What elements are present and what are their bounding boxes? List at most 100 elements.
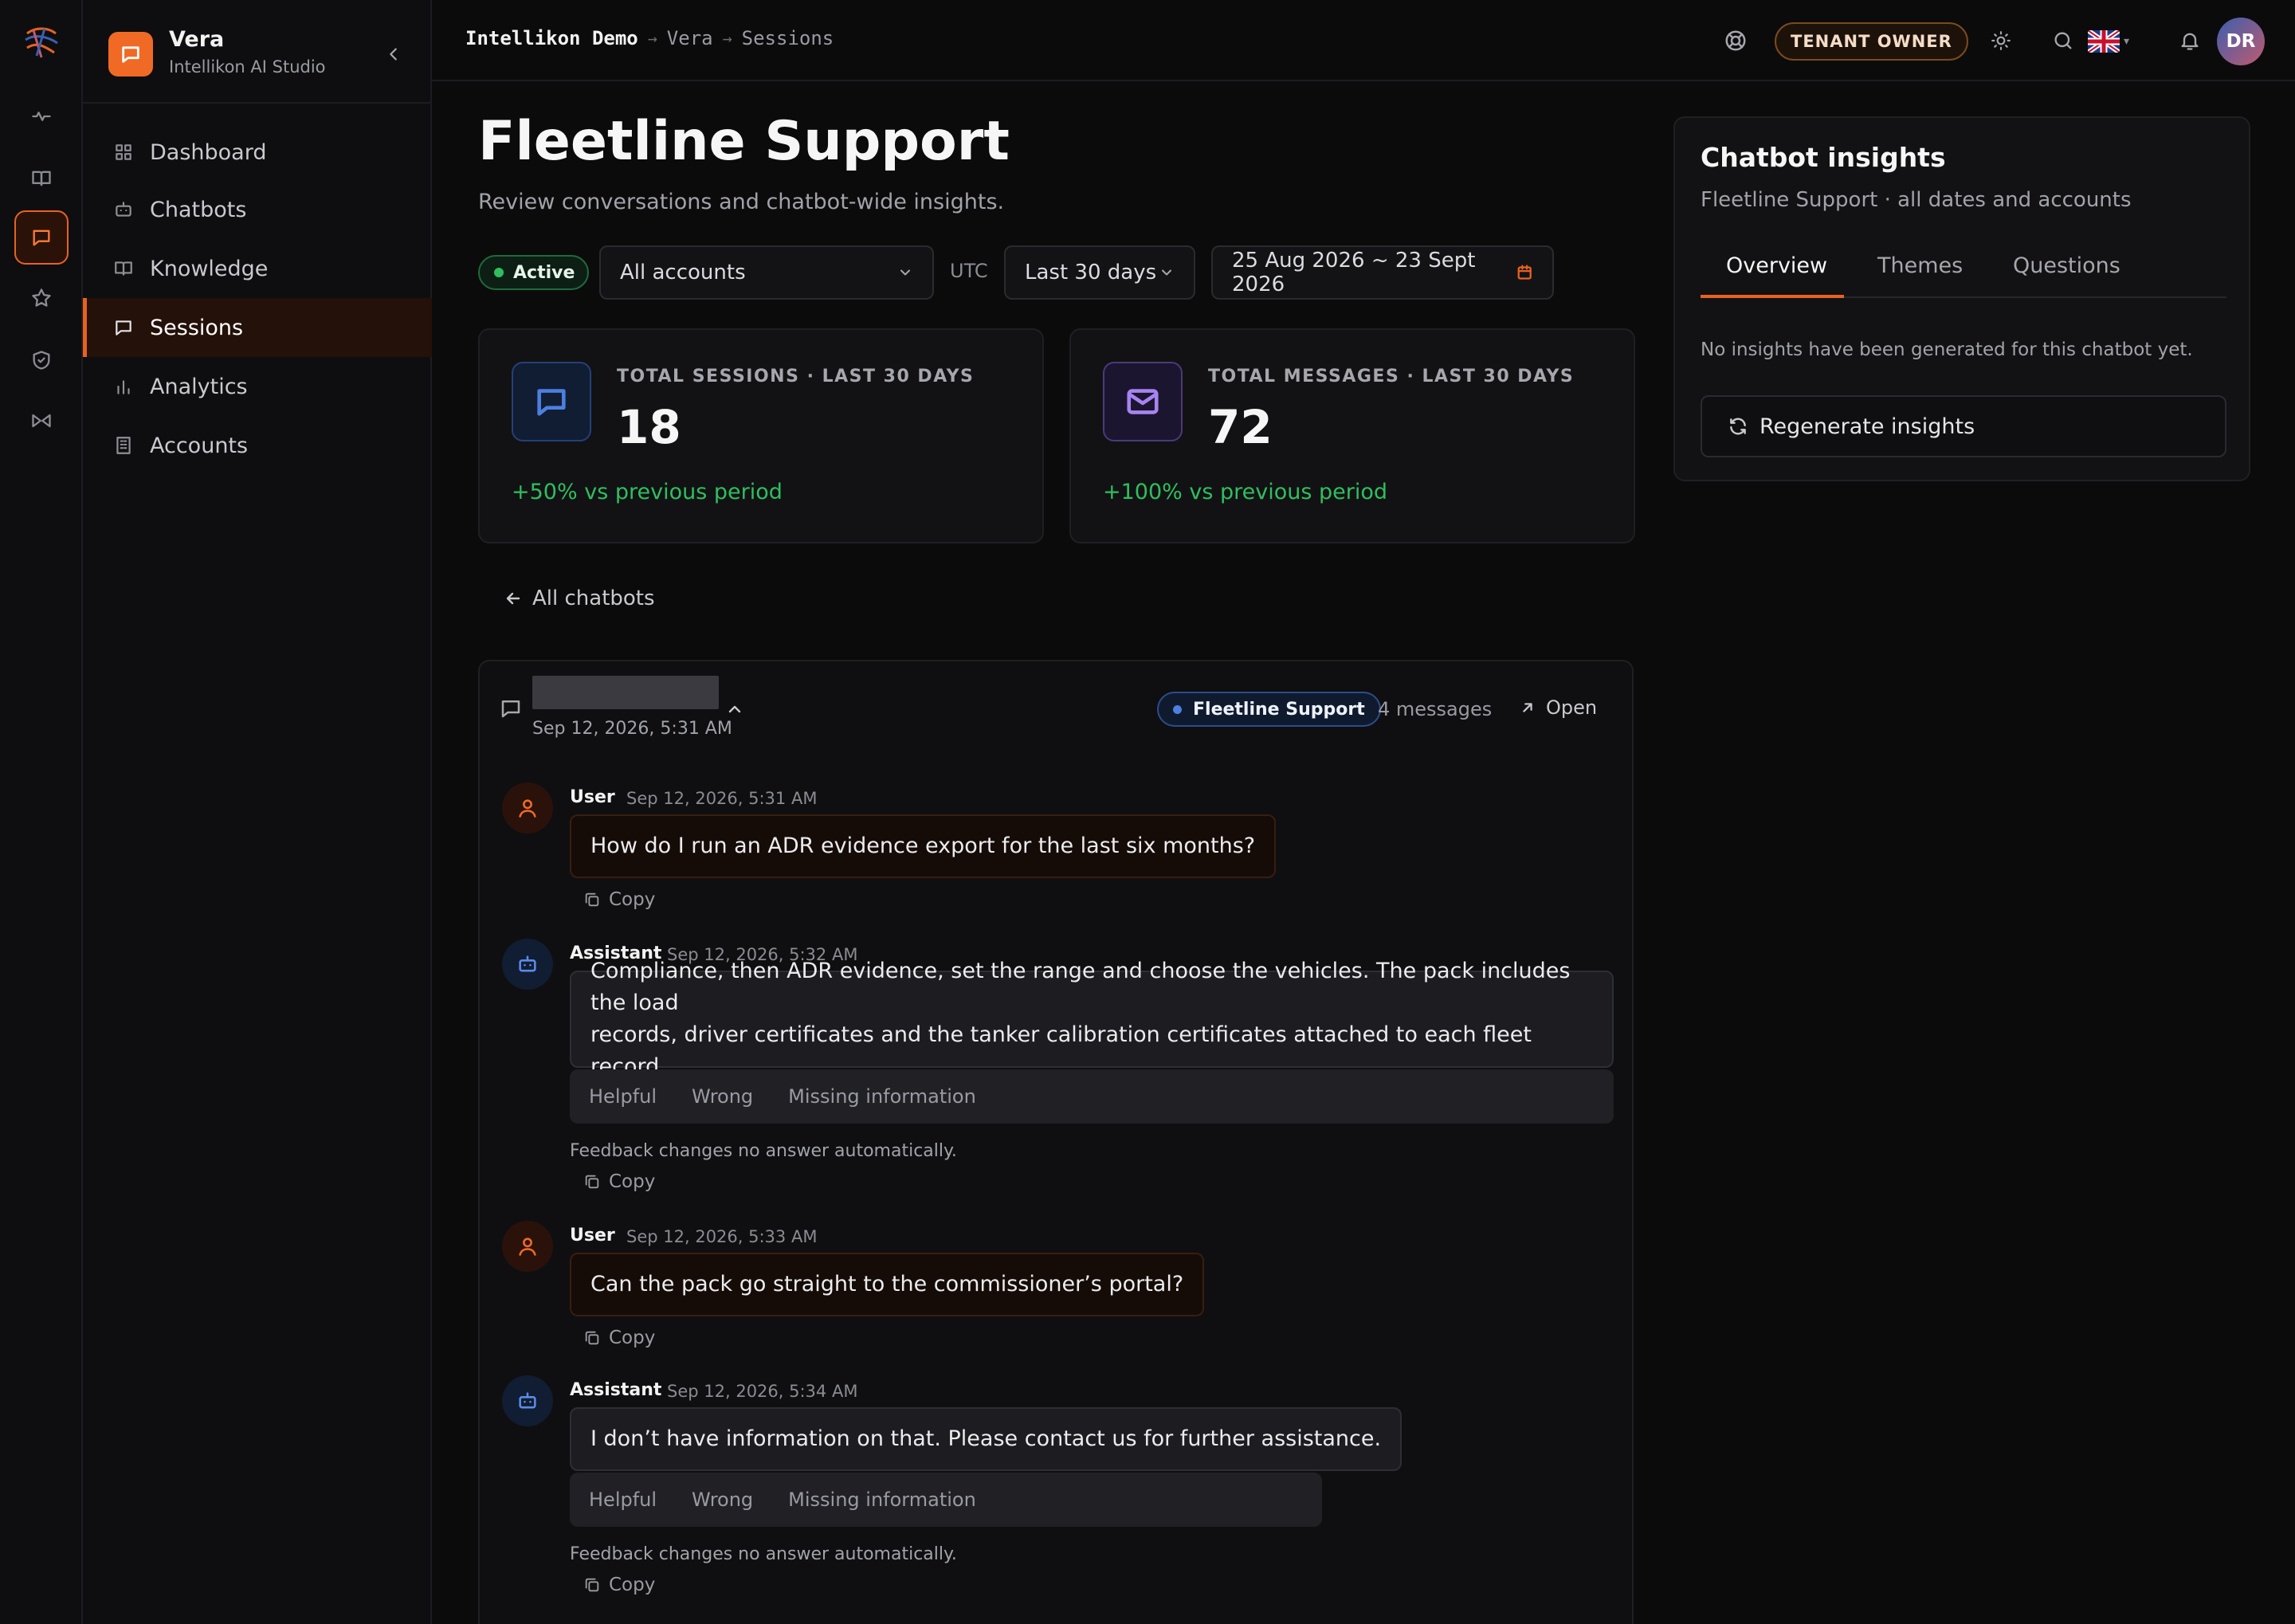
status-dot [494,268,504,277]
session-date: Sep 12, 2026, 5:31 AM [532,719,732,739]
message-time: Sep 12, 2026, 5:33 AM [626,1227,818,1246]
breadcrumb-item: Sessions [741,27,834,49]
arrow-left-icon [506,592,520,605]
shield-icon[interactable] [14,333,69,387]
message-bubble: Compliance, then ADR evidence, set the r… [570,959,1614,1079]
copy-icon [585,892,599,907]
sidebar-item-label: Chatbots [150,197,247,222]
sidebar-item-analytics[interactable]: Analytics [83,357,432,416]
badge-dot [1173,704,1182,714]
sidebar-item-knowledge[interactable]: Knowledge [83,239,432,298]
copy-button[interactable]: Copy [583,1328,655,1348]
sidebar-item-dashboard[interactable]: Dashboard [83,123,432,182]
tab-themes[interactable]: Themes [1877,249,1963,298]
star-icon[interactable] [14,271,69,325]
stat-delta: +100% vs previous period [1103,480,1388,504]
uk-flag-icon[interactable] [2088,30,2120,53]
book-icon[interactable] [14,151,69,206]
grid-icon [116,144,131,160]
sidebar-item-label: Knowledge [150,256,269,281]
breadcrumb-item[interactable]: Vera [667,27,713,49]
tab-questions[interactable]: Questions [2013,249,2120,298]
open-session-button[interactable]: Open [1519,696,1597,719]
breadcrumb-item[interactable]: Intellikon Demo [465,27,638,49]
copy-icon [585,1331,599,1345]
chevron-down-icon[interactable]: ▾ [2124,35,2129,48]
avatar[interactable]: DR [2217,18,2265,65]
sidebar-item-label: Analytics [150,374,248,399]
feedback-note: Feedback changes no answer automatically… [570,1141,957,1161]
mail-icon [1103,362,1183,441]
app-name: Vera [169,27,225,52]
arrow-right-icon: → [647,29,657,48]
feedback-missing-info-button[interactable]: Missing information [788,1489,976,1511]
calendar-icon [1517,265,1532,280]
range-select[interactable]: Last 30 days [1004,245,1195,300]
feedback-helpful-button[interactable]: Helpful [589,1489,657,1511]
feedback-note: Feedback changes no answer automatically… [570,1544,957,1564]
sun-icon[interactable] [1984,24,2018,57]
regenerate-insights-button[interactable]: Regenerate insights [1701,395,2226,457]
message-time: Sep 12, 2026, 5:31 AM [626,789,818,808]
external-arrow-icon [1523,703,1532,712]
breadcrumb: Intellikon Demo → Vera → Sessions [465,27,834,49]
message-count: 4 messages [1378,698,1493,720]
top-bar: Intellikon Demo → Vera → Sessions TENANT… [432,0,2295,81]
message-bubble: How do I run an ADR evidence export for … [570,814,1277,878]
chat-icon[interactable] [14,210,69,265]
copy-label: Copy [609,1171,656,1192]
back-link-label: All chatbots [532,586,655,610]
copy-label: Copy [609,1328,656,1348]
accounts-select[interactable]: All accounts [599,245,934,300]
feedback-bar: Helpful Wrong Missing information [570,1473,1322,1527]
chevron-up-icon [728,705,741,713]
message-line: Compliance, then ADR evidence, set the r… [590,959,1571,1015]
insights-panel: Chatbot insights Fleetline Support · all… [1673,116,2250,481]
help-lifebuoy-icon[interactable] [1719,24,1752,57]
chevron-down-icon [1162,269,1171,276]
range-select-value: Last 30 days [1025,261,1157,284]
app-chat-icon [108,32,153,76]
chatbot-badge: Fleetline Support [1157,692,1381,727]
feedback-missing-info-button[interactable]: Missing information [788,1085,976,1108]
book-icon [115,261,132,276]
sidebar-item-label: Dashboard [150,139,267,165]
chatbot-badge-label: Fleetline Support [1193,699,1365,720]
arrow-right-icon: → [722,29,732,48]
message-author: Assistant [570,1380,662,1400]
copy-label: Copy [609,889,656,910]
collapse-sidebar-button[interactable] [379,40,408,69]
sidebar-item-chatbots[interactable]: Chatbots [83,180,432,239]
bot-icon [116,202,131,217]
redacted-session-title [532,676,719,709]
chat-icon [499,696,526,724]
copy-button[interactable]: Copy [583,1575,655,1595]
sidebar: Vera Intellikon AI Studio Dashboard Chat… [83,0,432,1624]
tab-overview[interactable]: Overview [1701,249,1844,298]
chevron-left-icon [390,48,397,61]
feedback-wrong-button[interactable]: Wrong [692,1489,753,1511]
user-icon [502,1221,553,1272]
copy-button[interactable]: Copy [583,889,655,910]
date-range-picker[interactable]: 25 Aug 2026 ~ 23 Sept 2026 [1211,245,1554,300]
insights-subtitle: Fleetline Support · all dates and accoun… [1701,188,2132,212]
insights-title: Chatbot insights [1701,142,1946,173]
search-icon[interactable] [2046,24,2080,57]
activity-icon[interactable] [14,89,69,143]
stat-card-sessions: TOTAL SESSIONS · LAST 30 DAYS 18 +50% vs… [478,328,1044,543]
stat-card-messages: TOTAL MESSAGES · LAST 30 DAYS 72 +100% v… [1069,328,1635,543]
bell-icon[interactable] [2173,24,2207,57]
message-bubble: I don’t have information on that. Please… [570,1407,1402,1471]
feedback-helpful-button[interactable]: Helpful [589,1085,657,1108]
sidebar-item-label: Accounts [150,433,249,458]
logo-icon[interactable] [21,22,62,64]
feedback-wrong-button[interactable]: Wrong [692,1085,753,1108]
bowtie-icon[interactable] [14,394,69,448]
all-chatbots-link[interactable]: All chatbots [504,586,655,610]
bar-chart-icon [117,380,130,394]
accounts-select-value: All accounts [620,261,746,284]
status-label: Active [513,262,575,283]
sidebar-item-sessions[interactable]: Sessions [83,298,432,357]
copy-button[interactable]: Copy [583,1171,655,1192]
sidebar-item-accounts[interactable]: Accounts [83,416,432,475]
